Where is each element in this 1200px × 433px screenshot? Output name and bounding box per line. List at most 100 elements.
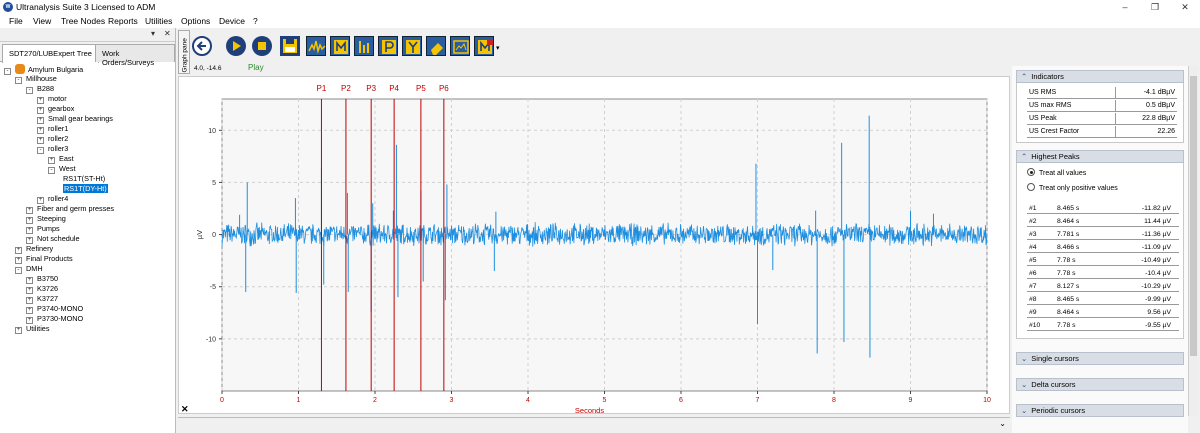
tree-node[interactable]: + Final Products: [15, 254, 73, 264]
eraser-button[interactable]: [426, 36, 446, 56]
save-button[interactable]: [280, 36, 300, 56]
highest-peaks-header[interactable]: ⌃ Highest Peaks: [1016, 150, 1184, 163]
tree-node[interactable]: RS1T(ST-Ht): [63, 174, 105, 184]
radio-icon[interactable]: [1027, 183, 1035, 191]
tree-node[interactable]: + Refinery: [15, 244, 53, 254]
scrollbar-thumb[interactable]: [1190, 76, 1197, 356]
indicators-header[interactable]: ⌃ Indicators: [1016, 70, 1184, 83]
tree-node[interactable]: + K3727: [26, 294, 58, 304]
expand-icon[interactable]: +: [15, 257, 22, 264]
expand-icon[interactable]: +: [37, 137, 44, 144]
collapse-icon[interactable]: -: [26, 87, 33, 94]
tree-node[interactable]: + roller1: [37, 124, 68, 134]
tree-node[interactable]: + P3740-MONO: [26, 304, 83, 314]
expand-icon[interactable]: +: [37, 117, 44, 124]
collapse-icon[interactable]: -: [15, 267, 22, 274]
tree-node[interactable]: + Steeping: [26, 214, 66, 224]
menu-device[interactable]: Device: [219, 16, 245, 26]
tree-node[interactable]: + roller2: [37, 134, 68, 144]
tree-node[interactable]: + Not schedule: [26, 234, 80, 244]
toolbar-more-icon[interactable]: ▾: [496, 44, 500, 52]
tree-node[interactable]: + Utilities: [15, 324, 50, 334]
treat-all-radio[interactable]: Treat all values: [1027, 168, 1086, 177]
collapse-icon[interactable]: -: [15, 77, 22, 84]
panel-close-icon[interactable]: ✕: [164, 29, 171, 38]
cursor-tool-button[interactable]: [354, 36, 374, 56]
menu-options[interactable]: Options: [181, 16, 210, 26]
minimize-button[interactable]: –: [1110, 0, 1140, 14]
close-window-button[interactable]: ✕: [1170, 0, 1200, 14]
marker-m-button[interactable]: [330, 36, 350, 56]
menu-help[interactable]: ?: [253, 16, 258, 26]
tree-node[interactable]: - DMH: [15, 264, 43, 274]
tree-node[interactable]: + motor: [37, 94, 67, 104]
expand-icon[interactable]: +: [37, 127, 44, 134]
window-view-button[interactable]: [450, 36, 470, 56]
expand-icon[interactable]: +: [26, 297, 33, 304]
cursor-label[interactable]: P1: [317, 84, 327, 93]
expand-icon[interactable]: +: [15, 247, 22, 254]
expand-icon[interactable]: +: [48, 157, 55, 164]
treat-positive-radio[interactable]: Treat only positive values: [1027, 183, 1118, 192]
stop-button[interactable]: [252, 36, 272, 56]
menu-file[interactable]: File: [9, 16, 23, 26]
back-button[interactable]: [192, 36, 212, 56]
signal-view-button[interactable]: [306, 36, 326, 56]
marker-menu-button[interactable]: [474, 36, 494, 56]
expand-icon[interactable]: +: [26, 287, 33, 294]
tree-node[interactable]: + K3726: [26, 284, 58, 294]
expand-icon[interactable]: +: [37, 197, 44, 204]
expand-icon[interactable]: +: [26, 277, 33, 284]
tree-node[interactable]: - B288: [26, 84, 54, 94]
menu-reports[interactable]: Reports: [108, 16, 138, 26]
expand-icon[interactable]: +: [26, 207, 33, 214]
expand-icon[interactable]: +: [26, 217, 33, 224]
tree-node[interactable]: - West: [48, 164, 76, 174]
periodic-cursors-header[interactable]: ⌄ Periodic cursors: [1016, 404, 1184, 417]
expand-icon[interactable]: +: [26, 317, 33, 324]
cursor-label[interactable]: P5: [416, 84, 426, 93]
delta-cursors-header[interactable]: ⌄ Delta cursors: [1016, 378, 1184, 391]
tree-node[interactable]: + Fiber and germ presses: [26, 204, 114, 214]
tree-node[interactable]: RS1T(DY-Ht): [63, 184, 108, 194]
tree-node[interactable]: - Millhouse: [15, 74, 57, 84]
radio-icon[interactable]: [1027, 168, 1035, 176]
tree-node[interactable]: + Pumps: [26, 224, 60, 234]
signal-chart[interactable]: 0 1 2 3 4 5 6 7 8 9 10 -10 -5 0 5 10 Seconds µV P1 P2 P3 P4 P5…: [179, 77, 1011, 415]
single-cursors-header[interactable]: ⌄ Single cursors: [1016, 352, 1184, 365]
tab-lubexpert-tree[interactable]: SDT270/LUBExpert Tree: [2, 44, 99, 63]
cursor-label[interactable]: P4: [389, 84, 399, 93]
chevron-down-icon[interactable]: ⌄: [999, 419, 1006, 428]
menu-view[interactable]: View: [33, 16, 51, 26]
tree-node[interactable]: - roller3: [37, 144, 68, 154]
expand-icon[interactable]: +: [26, 237, 33, 244]
maximize-button[interactable]: ❐: [1140, 0, 1170, 14]
cursor-label[interactable]: P3: [366, 84, 376, 93]
collapse-icon[interactable]: -: [48, 167, 55, 174]
tree-node[interactable]: + P3730-MONO: [26, 314, 83, 324]
cursor-label[interactable]: P6: [439, 84, 449, 93]
tree-node[interactable]: + gearbox: [37, 104, 74, 114]
tree-node[interactable]: + roller4: [37, 194, 68, 204]
tree-node[interactable]: + Small gear bearings: [37, 114, 113, 124]
close-graph-icon[interactable]: ✕: [181, 404, 189, 415]
cursor-label[interactable]: P2: [341, 84, 351, 93]
expand-icon[interactable]: +: [26, 307, 33, 314]
y-scale-button[interactable]: [402, 36, 422, 56]
side-panel-scrollbar[interactable]: [1188, 66, 1198, 416]
tree-node[interactable]: + B3750: [26, 274, 58, 284]
tree-node[interactable]: + East: [48, 154, 74, 164]
expand-icon[interactable]: +: [37, 97, 44, 104]
expand-icon[interactable]: +: [15, 327, 22, 334]
chart-area[interactable]: 0 1 2 3 4 5 6 7 8 9 10 -10 -5 0 5 10 Seconds µV P1 P2 P3 P4 P5…: [178, 76, 1011, 415]
expand-icon[interactable]: +: [37, 107, 44, 114]
menu-utilities[interactable]: Utilities: [145, 16, 172, 26]
tab-work-orders[interactable]: Work Orders/Surveys: [95, 44, 175, 67]
peak-tool-button[interactable]: [378, 36, 398, 56]
tree-node[interactable]: - Amylum Bulgaria: [4, 64, 83, 75]
collapse-icon[interactable]: -: [37, 147, 44, 154]
expand-icon[interactable]: +: [26, 227, 33, 234]
play-button[interactable]: [226, 36, 246, 56]
panel-dropdown-icon[interactable]: ▾: [151, 29, 155, 38]
graph-pane-tab[interactable]: Graph pane: [178, 30, 190, 74]
